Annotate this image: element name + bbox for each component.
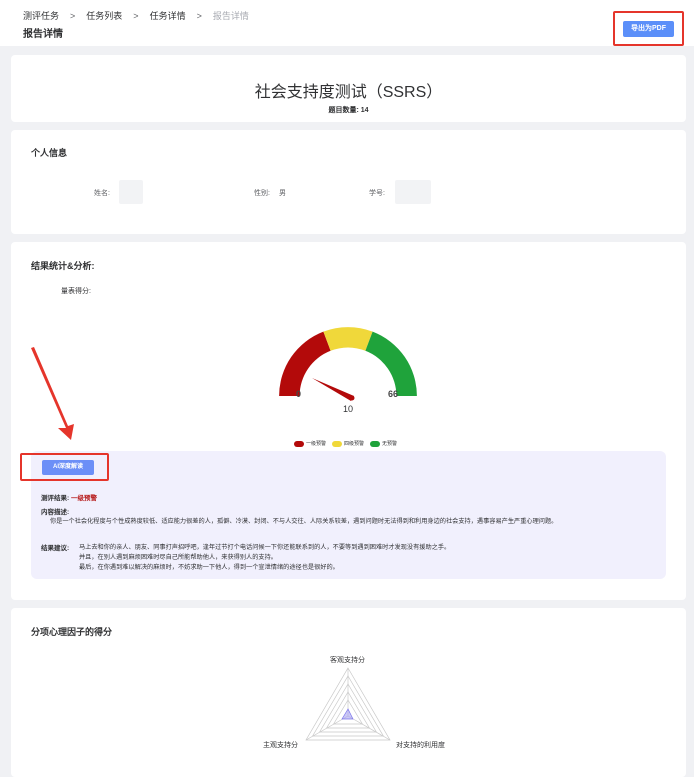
radar-data-area: [341, 708, 354, 720]
radar-axis-label-objective: 客观支持分: [330, 655, 365, 664]
radar-grid: [305, 667, 391, 741]
factor-radar-chart: 客观支持分 主观支持分 对支持的利用度: [263, 655, 445, 749]
radar-axis-label-subjective: 主观支持分: [263, 740, 298, 749]
radar-axis-label-utilization: 对支持的利用度: [396, 740, 445, 749]
